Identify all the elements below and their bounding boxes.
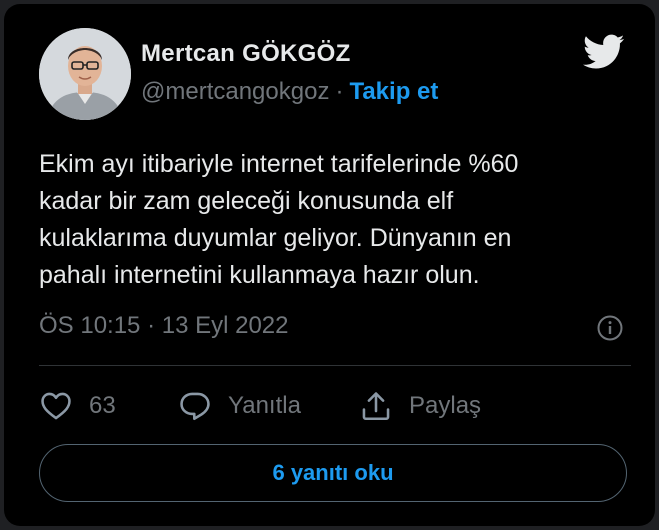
- divider: [39, 365, 631, 366]
- author-meta: @mertcangokgoz · Takip et: [141, 78, 438, 106]
- follow-button[interactable]: Takip et: [349, 78, 438, 105]
- share-button[interactable]: Paylaş: [359, 386, 481, 426]
- read-replies-button[interactable]: 6 yanıtı oku: [39, 444, 627, 502]
- share-icon: [362, 392, 390, 421]
- info-icon[interactable]: [596, 314, 624, 342]
- share-label: Paylaş: [409, 392, 482, 419]
- author-name[interactable]: Mertcan GÖKGÖZ: [141, 40, 351, 68]
- comment-icon: [180, 392, 210, 421]
- avatar[interactable]: [39, 28, 131, 120]
- tweet-text: Ekim ayı itibariyle internet tarifelerin…: [39, 150, 519, 289]
- reply-button[interactable]: Yanıtla: [178, 386, 301, 426]
- meta-separator: ·: [335, 78, 344, 105]
- avatar-photo: [39, 28, 131, 120]
- like-count: 63: [89, 392, 116, 419]
- tweet-card: Mertcan GÖKGÖZ @mertcangokgoz · Takip et E…: [4, 4, 655, 526]
- tweet-timestamp[interactable]: ÖS 10:15 · 13 Eyl 2022: [39, 312, 289, 340]
- author-handle[interactable]: @mertcangokgoz: [141, 78, 329, 105]
- twitter-bird-icon[interactable]: [583, 34, 625, 70]
- like-button[interactable]: 63: [39, 386, 116, 426]
- reply-label: Yanıtla: [228, 392, 301, 419]
- heart-icon: [41, 392, 71, 420]
